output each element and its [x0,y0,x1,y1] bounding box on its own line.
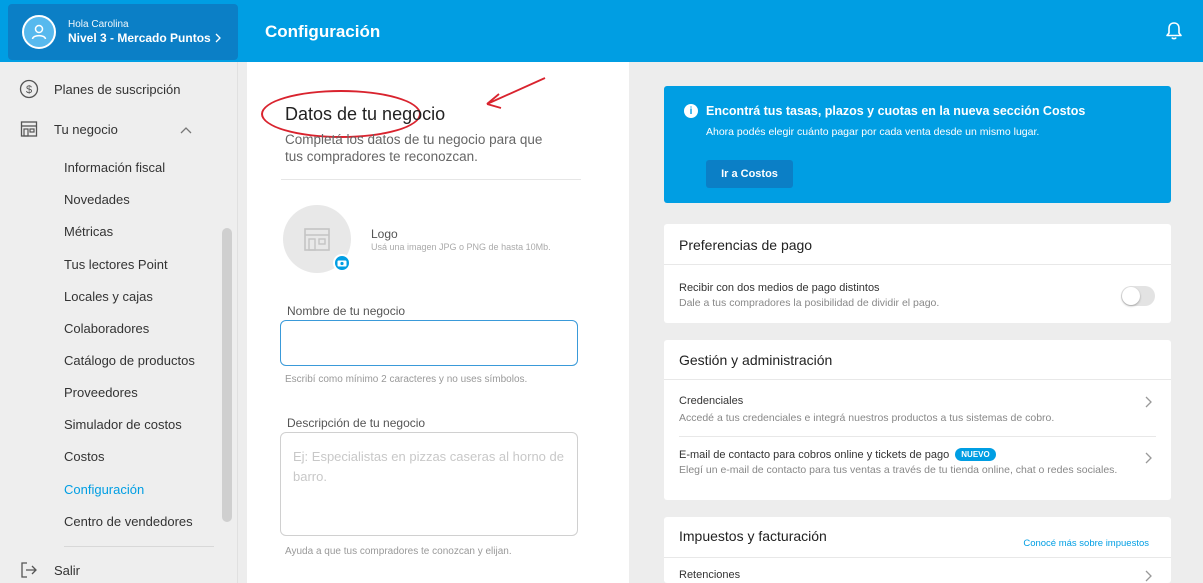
go-to-costos-button[interactable]: Ir a Costos [706,160,793,188]
split-payment-toggle[interactable] [1121,286,1155,306]
sidebar-subitem-locales-cajas[interactable]: Locales y cajas [64,289,153,304]
sidebar-subitem-novedades[interactable]: Novedades [64,192,130,207]
sidebar-item-tu-negocio[interactable]: Tu negocio [18,118,118,140]
avatar [22,15,56,49]
form-subtitle: Completá los datos de tu negocio para qu… [285,132,543,164]
description-hint: Ayuda a que tus compradores te conozcan … [285,546,512,557]
name-hint: Escribí como mínimo 2 caracteres y no us… [285,374,528,385]
form-title: Datos de tu negocio [285,104,446,124]
card-title: Preferencias de pago [679,237,813,253]
sidebar: $ Planes de suscripción Tu negocio Infor… [0,62,238,583]
store-icon [18,118,40,140]
logo-label: Logo [371,227,398,241]
svg-text:$: $ [26,84,32,96]
top-header: Hola Carolina Nivel 3 - Mercado Puntos C… [0,0,1203,62]
sidebar-subitem-metricas[interactable]: Métricas [64,224,113,239]
page-title: Configuración [265,22,381,41]
user-menu[interactable]: Hola Carolina Nivel 3 - Mercado Puntos [8,4,238,60]
credentials-desc: Accedé a tus credenciales e integrá nues… [679,412,1055,424]
costos-promo-banner: i Encontrá tus tasas, plazos y cuotas en… [664,86,1171,203]
chevron-up-icon[interactable] [180,126,192,134]
toggle-knob [1122,287,1140,305]
sidebar-item-label: Planes de suscripción [54,81,181,97]
chevron-right-icon [1145,570,1152,582]
form-divider [281,179,581,180]
sidebar-subitem-catalogo[interactable]: Catálogo de productos [64,353,195,368]
management-card: Gestión y administración Credenciales Ac… [664,340,1171,500]
card-divider [664,557,1171,558]
name-label: Nombre de tu negocio [287,304,406,318]
sidebar-subitem-colaboradores[interactable]: Colaboradores [64,321,149,336]
greeting-text: Hola Carolina [68,18,129,30]
card-title: Gestión y administración [679,352,833,368]
new-badge: NUEVO [955,448,996,461]
split-payment-title: Recibir con dos medios de pago distintos [679,282,880,294]
sidebar-subitem-proveedores[interactable]: Proveedores [64,385,138,400]
dollar-circle-icon: $ [18,78,40,100]
sidebar-subitem-lectores-point[interactable]: Tus lectores Point [64,257,168,272]
business-name-input[interactable] [280,320,578,366]
card-divider [664,264,1171,265]
business-description-input[interactable] [280,432,578,536]
description-label: Descripción de tu negocio [287,416,426,430]
credentials-title: Credenciales [679,395,744,407]
taxes-info-link[interactable]: Conocé más sobre impuestos [1023,538,1149,549]
payment-preferences-card: Preferencias de pago Recibir con dos med… [664,224,1171,323]
sidebar-subitem-centro-vendedores[interactable]: Centro de vendedores [64,514,193,529]
sidebar-subitem-informacion-fiscal[interactable]: Información fiscal [64,160,165,175]
sidebar-item-salir[interactable]: Salir [18,559,80,581]
camera-icon[interactable] [333,254,351,272]
logout-icon [18,559,40,581]
sidebar-item-label: Tu negocio [54,121,118,137]
sidebar-divider [64,546,214,547]
sidebar-subitem-configuracion[interactable]: Configuración [64,482,144,497]
promo-subtitle: Ahora podés elegir cuánto pagar por cada… [706,126,1040,138]
sidebar-subitem-costos[interactable]: Costos [64,449,104,464]
contact-email-label: E-mail de contacto para cobros online y … [679,449,950,461]
info-icon: i [684,104,698,118]
level-text: Nivel 3 - Mercado Puntos [68,31,221,45]
split-payment-desc: Dale a tus compradores la posibilidad de… [679,297,940,309]
row-divider [679,436,1156,437]
user-icon [31,24,47,40]
contact-email-desc: Elegí un e-mail de contacto para tus ven… [679,464,1118,476]
promo-title: Encontrá tus tasas, plazos y cuotas en l… [706,104,1086,118]
sidebar-scrollbar[interactable] [222,228,232,522]
bell-icon[interactable] [1163,20,1185,42]
chevron-right-icon [215,33,221,43]
logo-hint: Usá una imagen JPG o PNG de hasta 10Mb. [371,242,551,252]
card-divider [664,379,1171,380]
contact-email-title: E-mail de contacto para cobros online y … [679,448,996,461]
level-label: Nivel 3 - Mercado Puntos [68,30,211,45]
chevron-right-icon [1145,452,1152,464]
sidebar-item-planes[interactable]: $ Planes de suscripción [18,78,180,100]
business-data-form: Datos de tu negocio Completá los datos d… [247,62,629,583]
annotation-arrow [486,77,546,109]
sidebar-item-label: Salir [54,562,81,578]
retenciones-title: Retenciones [679,569,741,581]
chevron-right-icon [1145,396,1152,408]
store-icon [304,228,330,251]
sidebar-subitem-simulador[interactable]: Simulador de costos [64,417,182,432]
card-title: Impuestos y facturación [679,528,827,544]
taxes-card: Impuestos y facturación Conocé más sobre… [664,517,1171,583]
